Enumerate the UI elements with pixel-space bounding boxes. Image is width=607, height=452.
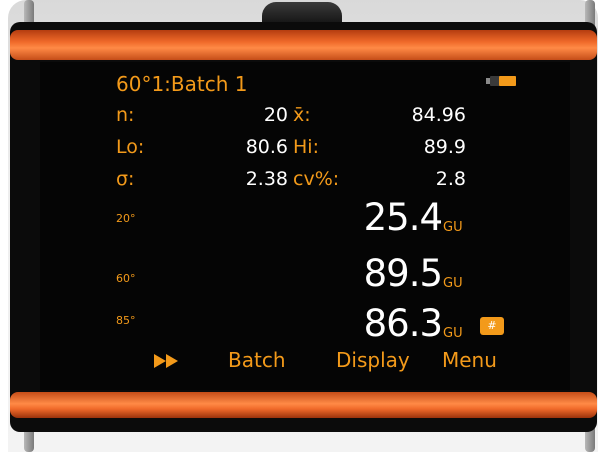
lo-label: Lo:: [116, 136, 145, 158]
reading-angle-85: 85°: [116, 314, 136, 327]
mean-label: x̄:: [293, 104, 311, 126]
reading-angle-20: 20°: [116, 212, 136, 225]
reading-unit-60: GU: [443, 276, 463, 291]
softkey-batch[interactable]: Batch: [228, 348, 286, 372]
softkey-menu[interactable]: Menu: [442, 348, 497, 372]
battery-icon: [486, 76, 516, 86]
n-value: 20: [263, 104, 288, 126]
hi-label: Hi:: [293, 136, 319, 158]
cv-label: cv%:: [293, 168, 340, 190]
reading-angle-60: 60°: [116, 272, 136, 285]
reading-value-20: 25.4: [363, 196, 443, 239]
sigma-label: σ:: [116, 168, 135, 190]
reading-value-85: 86.3: [363, 302, 443, 345]
reading-value-60: 89.5: [363, 252, 443, 295]
mean-value: 84.96: [411, 104, 466, 126]
n-label: n:: [116, 104, 135, 126]
reading-unit-20: GU: [443, 220, 463, 235]
sigma-value: 2.38: [245, 168, 288, 190]
device-orange-band-top: [10, 30, 597, 60]
device-orange-band-bottom: [10, 392, 597, 418]
device-photo: 60°1:Batch 1 n: 20 x̄: 84.96 Lo: 80.6 Hi…: [0, 0, 607, 452]
softkey-display[interactable]: Display: [336, 348, 410, 372]
lo-value: 80.6: [245, 136, 288, 158]
cv-value: 2.8: [435, 168, 466, 190]
batch-title: 60°1:Batch 1: [116, 72, 248, 96]
hi-value: 89.9: [423, 136, 466, 158]
fast-forward-icon[interactable]: [154, 354, 180, 368]
hash-folder-icon: #: [480, 317, 504, 335]
battery-level-fill: [499, 76, 516, 86]
reading-unit-85: GU: [443, 326, 463, 341]
lcd-screen: 60°1:Batch 1 n: 20 x̄: 84.96 Lo: 80.6 Hi…: [40, 62, 570, 390]
